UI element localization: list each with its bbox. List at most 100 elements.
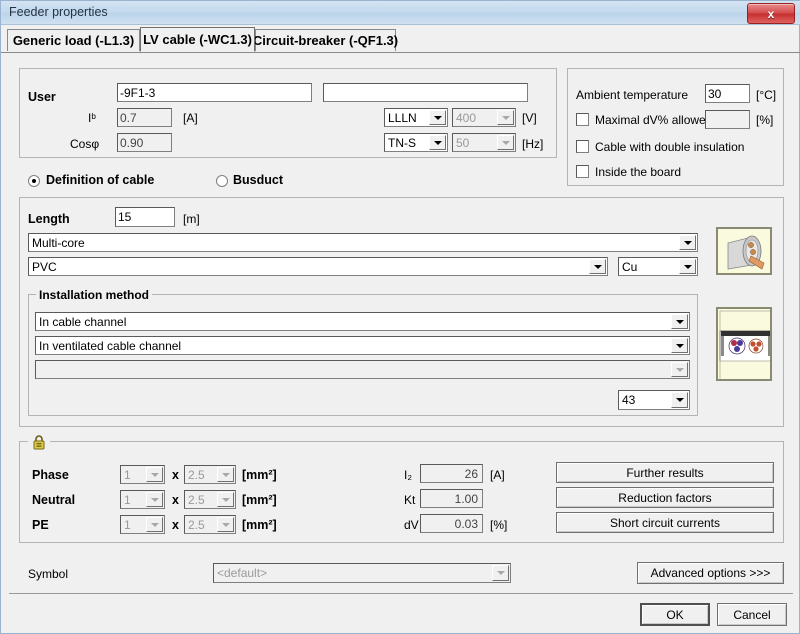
ib-unit: [A] — [183, 111, 198, 125]
kt-value: 1.00 — [420, 489, 483, 508]
close-button[interactable]: x — [747, 3, 795, 24]
cos-phi-input[interactable]: 0.90 — [117, 133, 172, 152]
max-dv-checkbox[interactable] — [576, 113, 589, 126]
double-insulation-checkbox[interactable] — [576, 140, 589, 153]
chevron-down-icon[interactable] — [671, 338, 688, 353]
iz-label: I₂ — [404, 468, 412, 482]
lock-icon — [33, 435, 45, 450]
earthing-system-select[interactable]: TN-S — [384, 133, 448, 152]
chevron-down-icon[interactable] — [671, 314, 688, 329]
phase-count-select[interactable]: 1 — [120, 465, 165, 484]
busduct-radio[interactable] — [216, 175, 228, 187]
insulation-select[interactable]: PVC — [28, 257, 608, 276]
chevron-down-icon[interactable] — [671, 362, 688, 377]
chevron-down-icon[interactable] — [217, 492, 234, 507]
conductor-material-select[interactable]: Cu — [618, 257, 698, 276]
chevron-down-icon[interactable] — [217, 517, 234, 532]
title-bar: Feeder properties x — [1, 1, 800, 25]
neutral-section-value: 2.5 — [188, 492, 205, 507]
chevron-down-icon[interactable] — [429, 110, 446, 125]
chevron-down-icon[interactable] — [146, 467, 163, 482]
chevron-down-icon[interactable] — [679, 235, 696, 250]
pe-label: PE — [32, 518, 49, 532]
neutral-multiplier: x — [172, 493, 179, 507]
installation-method-2-select[interactable]: In ventilated cable channel — [35, 336, 690, 355]
user-name-input[interactable]: -9F1-3 — [117, 83, 312, 102]
busduct-label: Busduct — [233, 173, 283, 187]
ambient-temperature-input[interactable]: 30 — [705, 84, 750, 103]
cable-definition-panel: Length 15 [m] Multi-core PVC Cu Installa… — [19, 197, 784, 427]
chevron-down-icon[interactable] — [589, 259, 606, 274]
ambient-temperature-label: Ambient temperature — [576, 88, 689, 102]
installation-method-1-select[interactable]: In cable channel — [35, 312, 690, 331]
chevron-down-icon[interactable] — [146, 517, 163, 532]
voltage-value: 400 — [456, 110, 477, 125]
ib-label: Iᵇ — [88, 111, 96, 125]
lock-toggle[interactable] — [28, 433, 50, 451]
cable-picture[interactable] — [716, 227, 772, 275]
double-insulation-label: Cable with double insulation — [595, 140, 745, 154]
cable-cross-section-icon — [718, 229, 770, 273]
further-results-button[interactable]: Further results — [556, 462, 774, 483]
tab-lv-cable[interactable]: LV cable (-WC1.3) — [140, 27, 255, 52]
chevron-down-icon[interactable] — [492, 565, 509, 581]
kt-label: Kt — [404, 493, 416, 507]
length-input[interactable]: 15 — [115, 207, 175, 227]
chevron-down-icon[interactable] — [497, 135, 514, 150]
iz-value: 26 — [420, 464, 483, 483]
neutral-count-select[interactable]: 1 — [120, 490, 165, 509]
installation-method-3-select[interactable] — [35, 360, 690, 379]
installation-method-title: Installation method — [36, 288, 153, 302]
definition-of-cable-radio[interactable] — [28, 175, 40, 187]
length-label: Length — [28, 212, 70, 226]
phase-section-select[interactable]: 2.5 — [184, 465, 236, 484]
earthing-value: TN-S — [388, 135, 416, 150]
neutral-count-value: 1 — [124, 492, 131, 507]
pe-count-select[interactable]: 1 — [120, 515, 165, 534]
system-type-select[interactable]: LLLN — [384, 108, 448, 127]
tab-generic-load[interactable]: Generic load (-L1.3) — [7, 29, 140, 51]
installation-reference-select[interactable]: 43 — [618, 390, 690, 410]
short-circuit-currents-button[interactable]: Short circuit currents — [556, 512, 774, 533]
neutral-section-select[interactable]: 2.5 — [184, 490, 236, 509]
chevron-down-icon[interactable] — [679, 259, 696, 274]
tab-circuit-breaker[interactable]: Circuit-breaker (-QF1.3) — [253, 29, 398, 51]
max-dv-input[interactable] — [705, 110, 750, 129]
frequency-select[interactable]: 50 — [452, 133, 516, 152]
chevron-down-icon[interactable] — [497, 110, 514, 125]
installation-picture[interactable] — [716, 307, 772, 381]
pe-section-select[interactable]: 2.5 — [184, 515, 236, 534]
tab-strip: Generic load (-L1.3) LV cable (-WC1.3) C… — [1, 27, 800, 53]
neutral-area-unit: [mm²] — [242, 493, 277, 507]
cancel-button[interactable]: Cancel — [717, 603, 787, 626]
neutral-label: Neutral — [32, 493, 76, 507]
phase-area-unit: [mm²] — [242, 468, 277, 482]
inside-board-checkbox[interactable] — [576, 165, 589, 178]
cos-phi-label: Cosφ — [70, 137, 100, 151]
symbol-select[interactable]: <default> — [213, 563, 511, 583]
chevron-down-icon[interactable] — [429, 135, 446, 150]
length-unit: [m] — [183, 212, 200, 226]
system-type-value: LLLN — [388, 110, 417, 125]
conductor-sizing-panel: Phase 1 x 2.5 [mm²] Neutral 1 x 2.5 [mm²… — [19, 433, 784, 543]
close-icon: x — [767, 6, 775, 21]
chevron-down-icon[interactable] — [146, 492, 163, 507]
reduction-factors-button[interactable]: Reduction factors — [556, 487, 774, 508]
frequency-value: 50 — [456, 135, 470, 150]
user-description-input[interactable] — [323, 83, 528, 102]
user-label: User — [28, 90, 56, 104]
ok-button[interactable]: OK — [640, 603, 710, 626]
chevron-down-icon[interactable] — [217, 467, 234, 482]
ambient-group: Ambient temperature 30 [°C] Maximal dV% … — [567, 68, 784, 186]
core-type-select[interactable]: Multi-core — [28, 233, 698, 252]
window-title: Feeder properties — [9, 5, 108, 19]
voltage-select[interactable]: 400 — [452, 108, 516, 127]
ib-input[interactable]: 0.7 — [117, 108, 172, 127]
chevron-down-icon[interactable] — [671, 392, 688, 408]
tab-label: LV cable (-WC1.3) — [143, 32, 252, 47]
iz-unit: [A] — [490, 468, 505, 482]
phase-label: Phase — [32, 468, 69, 482]
pe-multiplier: x — [172, 518, 179, 532]
advanced-options-button[interactable]: Advanced options >>> — [637, 562, 784, 584]
dv-value: 0.03 — [420, 514, 483, 533]
